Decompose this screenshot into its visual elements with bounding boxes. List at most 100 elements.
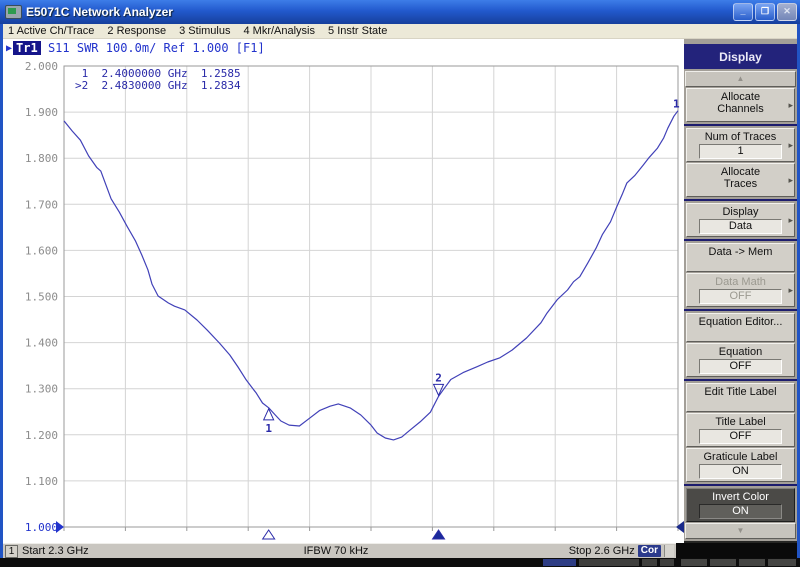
minimize-button[interactable]: _: [733, 3, 753, 21]
softkey-label: Equation Editor...: [687, 316, 794, 328]
svg-text:1.100: 1.100: [25, 475, 58, 488]
softkey-allocate-channels[interactable]: AllocateChannels▸: [686, 88, 795, 122]
svg-text:1.200: 1.200: [25, 429, 58, 442]
submenu-arrow-icon: ▸: [788, 174, 793, 186]
menu-item-4-mkr-analysis[interactable]: 4 Mkr/Analysis: [243, 25, 315, 37]
graticule: [64, 66, 678, 527]
submenu-arrow-icon: ▸: [788, 284, 793, 296]
chart-area: 2.000 1.900 1.800 1.700 1.600 1.500 1.400 1.300…: [3, 39, 684, 543]
front-panel-strip: [0, 558, 800, 567]
softkey-label: Traces: [687, 178, 794, 190]
softkey-group-separator: [684, 239, 797, 241]
title-bar: E5071C Network Analyzer _❐✕: [0, 0, 800, 24]
softkey-label: Num of Traces: [687, 131, 794, 143]
app-icon: [5, 5, 22, 19]
softkey-list: AllocateChannels▸Num of Traces1▸Allocate…: [684, 88, 797, 523]
softkey-label: Data Math: [687, 276, 794, 288]
softkey-group-separator: [684, 484, 797, 486]
softkey-group-separator: [684, 379, 797, 381]
softkey-label: Channels: [687, 103, 794, 115]
window-controls: _❐✕: [733, 3, 797, 21]
softkey-group-separator: [684, 124, 797, 126]
start-frequency-label: Start 2.3 GHz: [22, 545, 89, 557]
e5071c-window: E5071C Network Analyzer _❐✕ 1 Active Ch/…: [0, 0, 800, 567]
softkey-invert-color-value: ON: [699, 504, 782, 519]
chart-svg: 2.000 1.900 1.800 1.700 1.600 1.500 1.400 1.300…: [3, 39, 684, 543]
svg-text:1.400: 1.400: [25, 337, 58, 350]
softkey-filler: [684, 541, 797, 543]
trace-measurement-label: S11 SWR 100.0m/ Ref 1.000 [F1]: [41, 41, 265, 55]
scroll-down-button[interactable]: ▼: [685, 523, 796, 539]
svg-text:1.600: 1.600: [25, 244, 58, 257]
status-bar: 1 Start 2.3 GHz IFBW 70 kHz Stop 2.6 GHz…: [3, 543, 676, 558]
resize-grip[interactable]: [664, 545, 674, 557]
ref-level-right-icon: [676, 521, 684, 533]
softkey-label: Title Label: [687, 416, 794, 428]
svg-text:1.700: 1.700: [25, 198, 58, 211]
softkey-label: Edit Title Label: [687, 386, 794, 398]
softkey-sidebar: Display ▲ AllocateChannels▸Num of Traces…: [684, 39, 797, 543]
softkey-label: Data -> Mem: [687, 246, 794, 258]
scroll-down-icon: ▼: [737, 527, 745, 535]
trace-header: ▶ Tr1 S11 SWR 100.0m/ Ref 1.000 [F1]: [6, 41, 265, 55]
correction-status-badge: Cor: [638, 545, 661, 557]
channel-indicator: 1: [5, 545, 18, 558]
menu-item-3-stimulus[interactable]: 3 Stimulus: [179, 25, 230, 37]
softkey-display-data-value: Data: [699, 219, 782, 234]
softkey-data-math-value: OFF: [699, 289, 782, 304]
svg-text:2.000: 2.000: [25, 60, 58, 73]
window-title: E5071C Network Analyzer: [26, 5, 173, 19]
active-trace-icon: ▶: [6, 43, 12, 54]
scroll-up-button[interactable]: ▲: [685, 71, 796, 87]
y-axis-labels: 2.000 1.900 1.800 1.700 1.600 1.500 1.400 1.300…: [25, 60, 58, 534]
softkey-label: Equation: [687, 346, 794, 358]
marker-1[interactable]: 1: [264, 409, 274, 435]
softkey-graticule-label-value: ON: [699, 464, 782, 479]
softkey-equation[interactable]: EquationOFF: [686, 343, 795, 377]
softkey-label: Invert Color: [687, 491, 794, 503]
scroll-up-icon: ▲: [737, 75, 745, 83]
stimulus-marker-2[interactable]: [433, 530, 445, 539]
marker-readout: 1 2.4000000 GHz 1.2585>2 2.4830000 GHz 1…: [75, 68, 241, 92]
softkey-equation-editor[interactable]: Equation Editor...: [686, 313, 795, 342]
submenu-arrow-icon: ▸: [788, 139, 793, 151]
softkey-equation-value: OFF: [699, 359, 782, 374]
svg-text:1.900: 1.900: [25, 106, 58, 119]
trace-name-chip[interactable]: Tr1: [13, 41, 41, 55]
svg-text:1: 1: [265, 422, 272, 435]
softkey-edit-title-label[interactable]: Edit Title Label: [686, 383, 795, 412]
stop-frequency-label: Stop 2.6 GHz: [569, 545, 635, 557]
softkey-data-math[interactable]: Data MathOFF ▸: [686, 273, 795, 307]
softkey-data-to-mem[interactable]: Data -> Mem: [686, 243, 795, 272]
stimulus-marker-1[interactable]: [263, 530, 275, 539]
marker-readout-line-2: >2 2.4830000 GHz 1.2834: [75, 80, 241, 92]
svg-text:1.500: 1.500: [25, 291, 58, 304]
softkey-group-separator: [684, 199, 797, 201]
svg-text:1.300: 1.300: [25, 383, 58, 396]
close-button[interactable]: ✕: [777, 3, 797, 21]
menu-bar: 1 Active Ch/Trace 2 Response 3 Stimulus 4 M…: [3, 24, 797, 39]
softkey-menu-title: Display: [684, 44, 797, 69]
softkey-allocate-traces[interactable]: AllocateTraces▸: [686, 163, 795, 197]
softkey-display-data[interactable]: DisplayData▸: [686, 203, 795, 237]
trace-number-label: 1: [673, 98, 680, 111]
softkey-num-of-traces-value: 1: [699, 144, 782, 159]
softkey-graticule-label[interactable]: Graticule LabelON: [686, 448, 795, 482]
ref-level-left-icon: [56, 521, 64, 533]
softkey-num-of-traces[interactable]: Num of Traces1 ▸: [686, 128, 795, 162]
menu-item-5-instr-state[interactable]: 5 Instr State: [328, 25, 387, 37]
x-axis-ticks: [64, 527, 678, 531]
softkey-title-label[interactable]: Title LabelOFF: [686, 413, 795, 447]
submenu-arrow-icon: ▸: [788, 214, 793, 226]
softkey-title-label-value: OFF: [699, 429, 782, 444]
submenu-arrow-icon: ▸: [788, 99, 793, 111]
softkey-label: Allocate: [687, 91, 794, 103]
menu-item-1-active-ch-trace[interactable]: 1 Active Ch/Trace: [8, 25, 94, 37]
softkey-invert-color[interactable]: Invert ColorON: [686, 488, 795, 522]
softkey-group-separator: [684, 309, 797, 311]
restore-button[interactable]: ❐: [755, 3, 775, 21]
svg-text:1.800: 1.800: [25, 152, 58, 165]
softkey-label: Graticule Label: [687, 451, 794, 463]
menu-item-2-response[interactable]: 2 Response: [107, 25, 166, 37]
ifbw-label: IFBW 70 kHz: [304, 545, 369, 557]
